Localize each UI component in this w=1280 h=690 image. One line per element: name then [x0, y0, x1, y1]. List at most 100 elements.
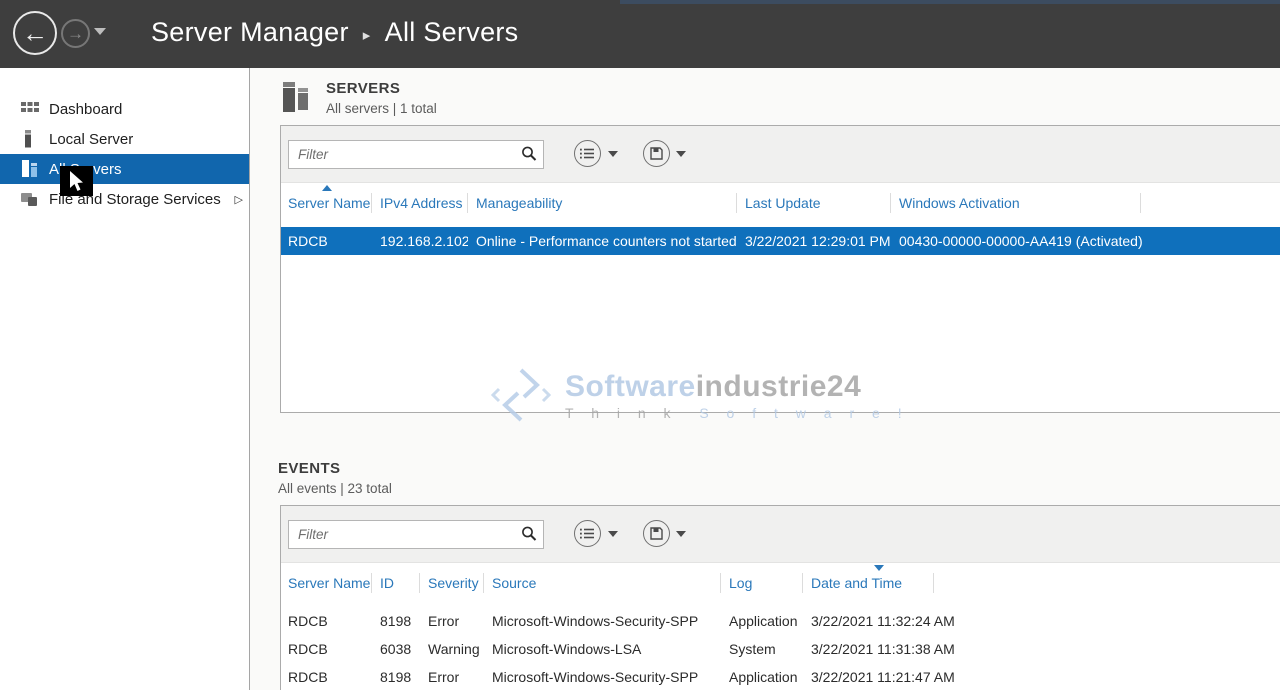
forward-button[interactable]: →	[61, 19, 90, 48]
local-server-icon	[20, 130, 40, 148]
servers-save-query-caret-icon[interactable]	[676, 151, 686, 157]
column-header-server-name[interactable]: Server Name	[281, 193, 372, 213]
sort-descending-icon	[874, 565, 884, 571]
breadcrumb: Server Manager ▸ All Servers	[151, 17, 518, 48]
event-server-cell: RDCB	[281, 669, 372, 685]
event-datetime-cell: 3/22/2021 11:31:38 AM	[803, 641, 934, 657]
event-log-cell: Application	[721, 669, 803, 685]
sidebar-item-label: Dashboard	[49, 101, 122, 118]
server-last-update-cell: 3/22/2021 12:29:01 PM	[737, 233, 891, 249]
servers-section-header: SERVERS All servers | 1 total	[283, 80, 437, 116]
event-id-cell: 8198	[372, 613, 420, 629]
server-ipv4-cell: 192.168.2.102	[372, 233, 468, 249]
sidebar-item-all-servers[interactable]: All Servers	[0, 154, 249, 184]
back-arrow-icon: ←	[22, 18, 48, 49]
event-source-cell: Microsoft-Windows-Security-SPP	[484, 669, 721, 685]
column-header-date-and-time[interactable]: Date and Time	[803, 573, 934, 593]
all-servers-icon	[20, 160, 40, 178]
event-server-cell: RDCB	[281, 641, 372, 657]
title-bar: ← → Server Manager ▸ All Servers	[0, 0, 1280, 68]
events-toolbar	[281, 506, 1280, 563]
breadcrumb-separator-icon: ▸	[363, 22, 371, 44]
sidebar-item-dashboard[interactable]: Dashboard	[0, 94, 249, 124]
servers-filter-input[interactable]	[288, 140, 544, 169]
search-icon[interactable]	[520, 525, 538, 543]
mouse-cursor	[60, 166, 93, 196]
event-datetime-cell: 3/22/2021 11:21:47 AM	[803, 669, 934, 685]
servers-save-query-button[interactable]	[643, 140, 670, 167]
list-view-icon	[580, 147, 595, 160]
softwareindustrie24-logo-icon	[491, 366, 551, 424]
search-icon[interactable]	[520, 145, 538, 163]
events-filter-input[interactable]	[288, 520, 544, 549]
titlebar-accent-strip	[620, 0, 1280, 4]
servers-title: SERVERS	[326, 80, 437, 97]
column-header-manageability[interactable]: Manageability	[468, 193, 737, 213]
softwareindustrie24-watermark: Softwareindustrie24 T h i n k S o f t w …	[491, 366, 909, 424]
servers-filter	[288, 140, 544, 169]
column-header-ipv4-address[interactable]: IPv4 Address	[372, 193, 468, 213]
servers-panel: Server Name IPv4 Address Manageability L…	[280, 125, 1280, 413]
event-row[interactable]: RDCB 8198 Error Microsoft-Windows-Securi…	[281, 663, 1280, 690]
breadcrumb-current: All Servers	[385, 17, 519, 48]
sidebar-item-label: Local Server	[49, 131, 133, 148]
events-subtitle: All events | 23 total	[278, 481, 392, 496]
events-section-header: EVENTS All events | 23 total	[278, 460, 392, 496]
events-view-options-button[interactable]	[574, 520, 601, 547]
event-source-cell: Microsoft-Windows-LSA	[484, 641, 721, 657]
servers-tile-icon	[283, 80, 313, 116]
event-server-cell: RDCB	[281, 613, 372, 629]
server-name-cell: RDCB	[281, 233, 372, 249]
main-content: SERVERS All servers | 1 total	[250, 68, 1280, 690]
event-severity-cell: Error	[420, 613, 484, 629]
watermark-brand: Softwareindustrie24	[565, 370, 909, 404]
events-filter	[288, 520, 544, 549]
event-log-cell: Application	[721, 613, 803, 629]
servers-subtitle: All servers | 1 total	[326, 101, 437, 116]
events-save-query-caret-icon[interactable]	[676, 531, 686, 537]
server-row-rdcb[interactable]: RDCB 192.168.2.102 Online - Performance …	[281, 227, 1280, 255]
column-header-windows-activation[interactable]: Windows Activation	[891, 193, 1141, 213]
save-query-icon	[650, 527, 663, 540]
column-header-source[interactable]: Source	[484, 573, 721, 593]
navigation-sidebar: Dashboard Local Server All Servers File …	[0, 68, 250, 690]
expand-chevron-icon[interactable]: ▷	[235, 193, 243, 206]
sidebar-item-local-server[interactable]: Local Server	[0, 124, 249, 154]
sidebar-item-file-storage-services[interactable]: File and Storage Services ▷	[0, 184, 249, 214]
breadcrumb-root[interactable]: Server Manager	[151, 17, 349, 48]
column-header-severity[interactable]: Severity	[420, 573, 484, 593]
event-log-cell: System	[721, 641, 803, 657]
column-header-filler	[1141, 193, 1280, 213]
server-manageability-cell: Online - Performance counters not starte…	[468, 233, 737, 249]
servers-view-options-button[interactable]	[574, 140, 601, 167]
column-header-id[interactable]: ID	[372, 573, 420, 593]
event-row[interactable]: RDCB 8198 Error Microsoft-Windows-Securi…	[281, 607, 1280, 635]
servers-toolbar	[281, 126, 1280, 183]
sort-ascending-icon	[322, 185, 332, 191]
events-title: EVENTS	[278, 460, 392, 477]
server-activation-cell: 00430-00000-00000-AA419 (Activated)	[891, 233, 1141, 249]
events-panel: Server Name ID Severity Source Log Date …	[280, 505, 1280, 690]
servers-view-options-caret-icon[interactable]	[608, 151, 618, 157]
event-severity-cell: Warning	[420, 641, 484, 657]
column-header-log[interactable]: Log	[721, 573, 803, 593]
event-datetime-cell: 3/22/2021 11:32:24 AM	[803, 613, 934, 629]
event-row[interactable]: RDCB 6038 Warning Microsoft-Windows-LSA …	[281, 635, 1280, 663]
column-header-server-name[interactable]: Server Name	[281, 573, 372, 593]
server-manager-window: ← → Server Manager ▸ All Servers Dashboa…	[0, 0, 1280, 690]
list-view-icon	[580, 527, 595, 540]
nav-history-caret-icon[interactable]	[94, 28, 106, 35]
forward-arrow-icon: →	[67, 24, 84, 44]
events-save-query-button[interactable]	[643, 520, 670, 547]
dashboard-icon	[20, 100, 40, 118]
events-table-header: Server Name ID Severity Source Log Date …	[281, 567, 1280, 599]
column-header-last-update[interactable]: Last Update	[737, 193, 891, 213]
events-view-options-caret-icon[interactable]	[608, 531, 618, 537]
save-query-icon	[650, 147, 663, 160]
file-storage-services-icon	[20, 190, 40, 208]
event-severity-cell: Error	[420, 669, 484, 685]
event-source-cell: Microsoft-Windows-Security-SPP	[484, 613, 721, 629]
column-header-filler	[934, 573, 1280, 593]
event-id-cell: 8198	[372, 669, 420, 685]
back-button[interactable]: ←	[13, 11, 57, 55]
